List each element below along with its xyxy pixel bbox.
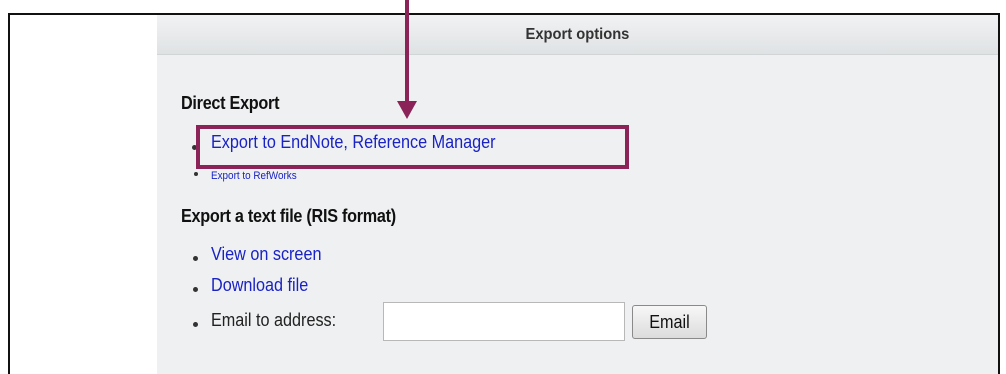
panel-title: Export options bbox=[525, 25, 630, 43]
view-on-screen-link[interactable]: View on screen bbox=[211, 244, 321, 265]
bullet-icon bbox=[194, 172, 198, 176]
bullet-icon bbox=[193, 322, 198, 327]
annotation-arrow-head-icon bbox=[397, 101, 417, 119]
email-button[interactable]: Email bbox=[632, 305, 707, 339]
text-export-heading: Export a text file (RIS format) bbox=[181, 206, 396, 226]
direct-export-heading: Direct Export bbox=[181, 93, 280, 113]
bullet-icon bbox=[193, 256, 198, 261]
email-to-address-label: Email to address: bbox=[211, 310, 337, 330]
annotation-arrow-line bbox=[405, 0, 409, 105]
download-file-link[interactable]: Download file bbox=[211, 275, 308, 296]
email-address-input[interactable] bbox=[383, 302, 625, 341]
email-button-label: Email bbox=[649, 311, 690, 332]
panel-header: Export options bbox=[157, 15, 998, 55]
bullet-icon bbox=[193, 287, 198, 292]
export-refworks-link[interactable]: Export to RefWorks bbox=[211, 170, 297, 182]
annotation-highlight-box bbox=[196, 125, 629, 169]
